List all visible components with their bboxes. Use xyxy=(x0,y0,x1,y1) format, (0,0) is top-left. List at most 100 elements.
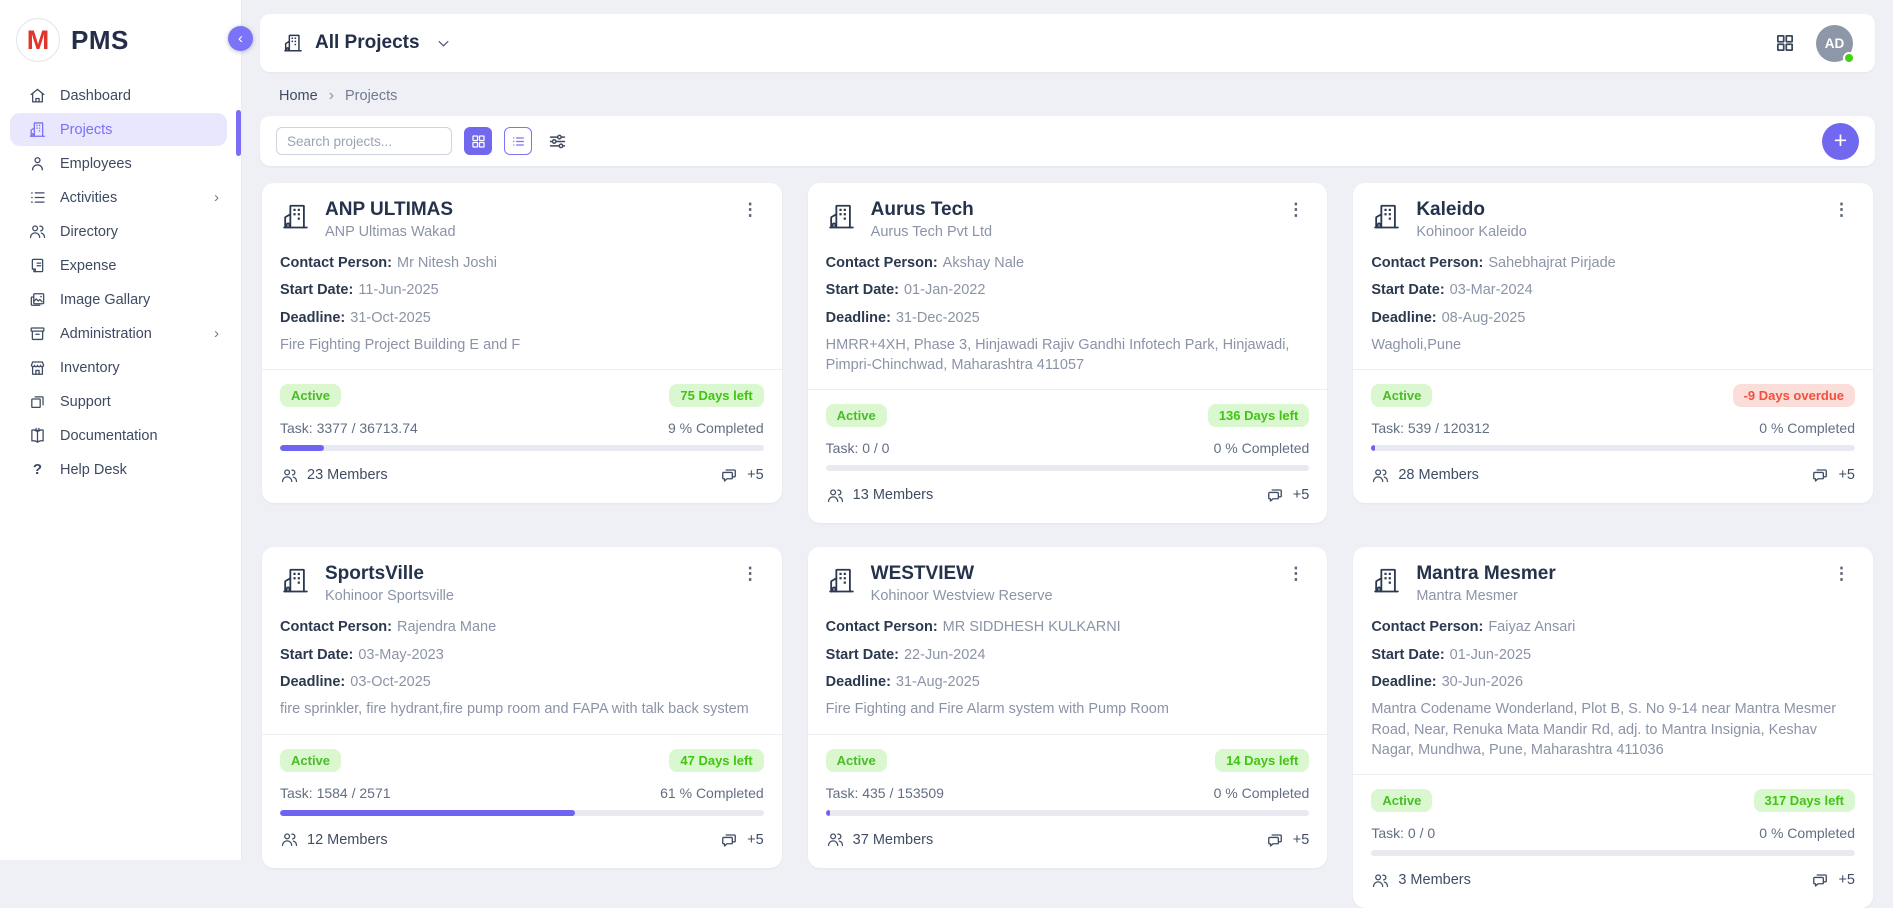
topbar-actions: AD xyxy=(1774,25,1853,62)
members-label: 3 Members xyxy=(1398,872,1471,888)
sidebar-item-directory[interactable]: Directory xyxy=(10,215,227,248)
contact-value: Rajendra Mane xyxy=(397,619,496,635)
search-input[interactable] xyxy=(276,127,452,155)
chat-button[interactable]: +5 xyxy=(1810,870,1855,890)
sidebar-item-label: Support xyxy=(60,394,111,410)
sidebar-item-expense[interactable]: Expense xyxy=(10,249,227,282)
logo-mark: M xyxy=(16,18,60,62)
building-icon xyxy=(280,565,311,601)
building-icon xyxy=(28,120,47,139)
breadcrumb-current: Projects xyxy=(345,88,397,104)
sidebar-item-documentation[interactable]: Documentation xyxy=(10,419,227,452)
chat-button[interactable]: +5 xyxy=(719,465,764,485)
project-description: Mantra Codename Wonderland, Plot B, S. N… xyxy=(1371,699,1855,760)
sidebar-item-administration[interactable]: Administration › xyxy=(10,317,227,350)
people-icon xyxy=(280,830,299,849)
chat-icon xyxy=(1265,830,1285,850)
app-name: PMS xyxy=(71,25,129,56)
main-content: All Projects AD Home › Projects + xyxy=(242,0,1893,860)
apps-grid-button[interactable] xyxy=(1774,32,1796,54)
contact-value: Akshay Nale xyxy=(943,255,1024,271)
task-count: Task: 0 / 0 xyxy=(1371,825,1435,841)
project-subtitle: Kohinoor Westview Reserve xyxy=(871,588,1053,604)
sidebar-item-dashboard[interactable]: Dashboard xyxy=(10,79,227,112)
chat-icon xyxy=(1810,465,1830,485)
sidebar-item-inventory[interactable]: Inventory xyxy=(10,351,227,384)
project-card[interactable]: SportsVille Kohinoor Sportsville ⋮ Conta… xyxy=(262,547,782,867)
members-count: 37 Members xyxy=(826,830,934,849)
project-description: Fire Fighting Project Building E and F xyxy=(280,335,764,355)
projects-toolbar: + xyxy=(260,116,1875,166)
sidebar-item-label: Dashboard xyxy=(60,88,131,104)
chat-button[interactable]: +5 xyxy=(719,830,764,850)
sidebar-collapse-button[interactable]: ‹ xyxy=(228,26,253,51)
task-count: Task: 435 / 153509 xyxy=(826,785,944,801)
sidebar-item-support[interactable]: Support xyxy=(10,385,227,418)
chat-button[interactable]: +5 xyxy=(1810,465,1855,485)
list-view-button[interactable] xyxy=(504,127,532,155)
chat-count: +5 xyxy=(1838,467,1855,483)
chevron-right-icon: › xyxy=(329,87,334,105)
project-subtitle: Kohinoor Sportsville xyxy=(325,588,454,604)
card-menu-button[interactable]: ⋮ xyxy=(1828,199,1855,220)
task-count: Task: 3377 / 36713.74 xyxy=(280,420,418,436)
grid-view-icon xyxy=(470,133,487,150)
project-description: Wagholi,Pune xyxy=(1371,335,1855,355)
sidebar-item-employees[interactable]: Employees xyxy=(10,147,227,180)
project-card[interactable]: WESTVIEW Kohinoor Westview Reserve ⋮ Con… xyxy=(808,547,1328,867)
progress-bar xyxy=(826,465,1310,471)
chat-icon xyxy=(1265,485,1285,505)
start-date-value: 01-Jun-2025 xyxy=(1450,647,1531,663)
chat-button[interactable]: +5 xyxy=(1265,830,1310,850)
card-menu-button[interactable]: ⋮ xyxy=(1282,199,1309,220)
project-selector[interactable]: All Projects xyxy=(282,32,453,54)
sidebar-item-label: Documentation xyxy=(60,428,158,444)
project-details: Contact Person:Rajendra Mane Start Date:… xyxy=(280,617,764,719)
project-card[interactable]: Kaleido Kohinoor Kaleido ⋮ Contact Perso… xyxy=(1353,183,1873,503)
person-icon xyxy=(28,154,47,173)
sidebar-nav: Dashboard Projects Employees Activities … xyxy=(0,79,241,486)
card-menu-button[interactable]: ⋮ xyxy=(737,199,764,220)
sidebar-item-projects[interactable]: Projects xyxy=(10,113,227,146)
building-icon xyxy=(282,32,304,54)
add-project-button[interactable]: + xyxy=(1822,123,1859,160)
status-badge: Active xyxy=(1371,384,1432,407)
chat-icon xyxy=(719,465,739,485)
members-label: 28 Members xyxy=(1398,467,1479,483)
sidebar-item-help-desk[interactable]: ? Help Desk xyxy=(10,453,227,486)
sidebar-item-image-gallery[interactable]: Image Gallary xyxy=(10,283,227,316)
card-menu-button[interactable]: ⋮ xyxy=(1828,563,1855,584)
sidebar-item-label: Activities xyxy=(60,190,117,206)
progress-fill xyxy=(280,810,575,816)
copy-icon xyxy=(28,392,47,411)
sidebar-item-label: Employees xyxy=(60,156,132,172)
card-menu-button[interactable]: ⋮ xyxy=(1282,563,1309,584)
chat-button[interactable]: +5 xyxy=(1265,485,1310,505)
breadcrumb-home[interactable]: Home xyxy=(279,88,318,104)
start-date-label: Start Date: xyxy=(1371,647,1444,663)
avatar[interactable]: AD xyxy=(1816,25,1853,62)
start-date-value: 11-Jun-2025 xyxy=(358,282,438,298)
card-menu-button[interactable]: ⋮ xyxy=(737,563,764,584)
project-card[interactable]: ANP ULTIMAS ANP Ultimas Wakad ⋮ Contact … xyxy=(262,183,782,503)
online-status-dot xyxy=(1843,52,1855,64)
receipt-icon xyxy=(28,256,47,275)
sidebar-scrollbar-thumb[interactable] xyxy=(236,110,241,156)
sidebar-item-activities[interactable]: Activities › xyxy=(10,181,227,214)
deadline-label: Deadline: xyxy=(280,674,345,690)
project-card[interactable]: Aurus Tech Aurus Tech Pvt Ltd ⋮ Contact … xyxy=(808,183,1328,523)
grid-view-button[interactable] xyxy=(464,127,492,155)
progress-bar xyxy=(826,810,1310,816)
status-badge: Active xyxy=(280,384,341,407)
contact-value: Faiyaz Ansari xyxy=(1488,619,1575,635)
start-date-label: Start Date: xyxy=(1371,282,1444,298)
members-label: 37 Members xyxy=(853,832,934,848)
project-card[interactable]: Mantra Mesmer Mantra Mesmer ⋮ Contact Pe… xyxy=(1353,547,1873,908)
project-title: WESTVIEW xyxy=(871,563,1053,585)
deadline-value: 08-Aug-2025 xyxy=(1442,310,1526,326)
filter-button[interactable] xyxy=(547,131,568,152)
members-count: 12 Members xyxy=(280,830,388,849)
storefront-icon xyxy=(28,358,47,377)
completed-percent: 61 % Completed xyxy=(660,785,764,801)
members-count: 23 Members xyxy=(280,466,388,485)
